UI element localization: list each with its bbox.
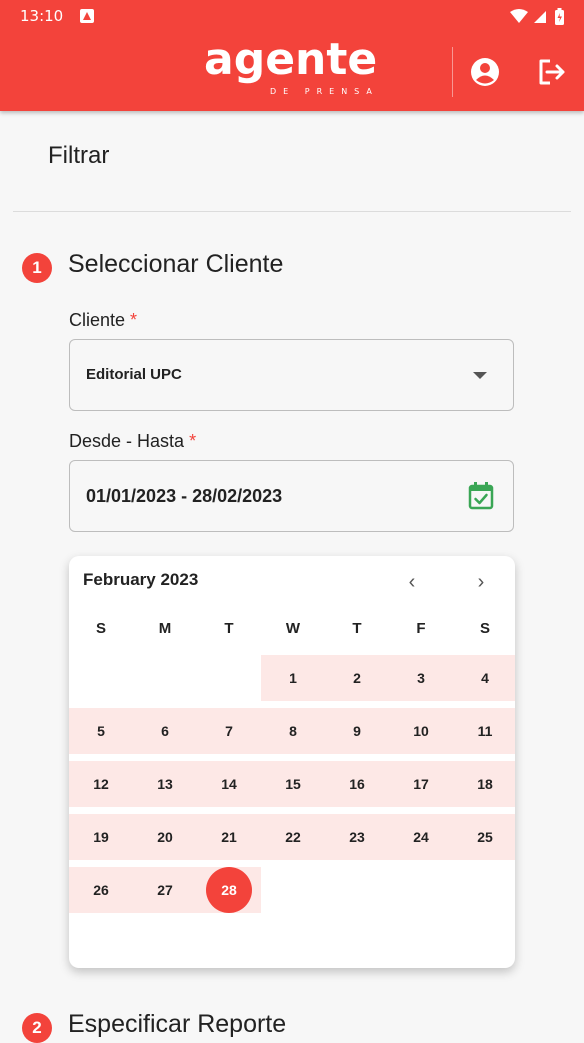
calendar-day[interactable]: 18: [453, 761, 515, 807]
calendar-day[interactable]: 7: [197, 708, 261, 754]
client-label-text: Cliente: [69, 310, 126, 330]
range-label-text: Desde - Hasta: [69, 431, 185, 451]
calendar-day[interactable]: 19: [69, 814, 133, 860]
logout-button[interactable]: [536, 56, 568, 88]
weekday-header: M: [158, 620, 172, 637]
logout-icon: [539, 59, 565, 85]
step-2-title: Especificar Reporte: [68, 1010, 287, 1038]
range-label: Desde - Hasta *: [69, 431, 196, 452]
calendar-day[interactable]: 9: [325, 708, 389, 754]
calendar-day[interactable]: 23: [325, 814, 389, 860]
date-range-field[interactable]: 01/01/2023 - 28/02/2023: [69, 460, 514, 532]
header-divider: [452, 47, 453, 97]
calendar-day[interactable]: 6: [133, 708, 197, 754]
status-bar: 13:10: [0, 0, 584, 34]
next-month-button[interactable]: ›: [467, 568, 495, 596]
calendar-day[interactable]: 16: [325, 761, 389, 807]
weekday-header: S: [95, 620, 106, 637]
status-time: 13:10: [20, 7, 64, 25]
calendar-day[interactable]: 8: [261, 708, 325, 754]
calendar-day[interactable]: 4: [453, 655, 515, 701]
step-2-badge: 2: [22, 1013, 52, 1043]
calendar-day[interactable]: 20: [133, 814, 197, 860]
client-select-value: Editorial UPC: [86, 366, 182, 383]
agente-de-prensa-logo: agente DE PRENSA: [204, 34, 384, 100]
calendar-day[interactable]: 12: [69, 761, 133, 807]
calendar-day[interactable]: 11: [453, 708, 515, 754]
page-title: Filtrar: [48, 142, 110, 169]
calendar-day[interactable]: 28: [197, 867, 261, 913]
required-mark: *: [189, 431, 197, 451]
calendar-day[interactable]: 13: [133, 761, 197, 807]
dropdown-arrow-icon: [473, 372, 487, 379]
calendar-day[interactable]: 26: [69, 867, 133, 913]
calendar-day[interactable]: 2: [325, 655, 389, 701]
calendar-day[interactable]: 15: [261, 761, 325, 807]
title-divider: [13, 211, 571, 212]
weekday-header: S: [479, 620, 490, 637]
client-select[interactable]: Editorial UPC: [69, 339, 514, 411]
weekday-header: T: [224, 620, 234, 637]
client-label: Cliente *: [69, 310, 137, 331]
logo-text: agente: [204, 34, 378, 85]
calendar-check-icon[interactable]: [467, 481, 495, 511]
notification-icon: [80, 9, 94, 23]
profile-button[interactable]: [469, 56, 501, 88]
app-bar: 13:10 agente DE PRENSA: [0, 0, 584, 111]
calendar-day[interactable]: 14: [197, 761, 261, 807]
weekday-header: T: [352, 620, 362, 637]
weekday-header: W: [285, 620, 301, 637]
weekday-header: F: [416, 620, 426, 637]
date-picker-calendar: February 2023 ‹ › SMTWTFS 1 2 3 4 5 6 7 8 9 10 11 1…: [69, 556, 515, 968]
calendar-day[interactable]: 10: [389, 708, 453, 754]
calendar-day[interactable]: 21: [197, 814, 261, 860]
required-mark: *: [130, 310, 138, 330]
calendar-day[interactable]: 24: [389, 814, 453, 860]
calendar-day[interactable]: 17: [389, 761, 453, 807]
previous-month-button[interactable]: ‹: [398, 568, 426, 596]
step-1-title: Seleccionar Cliente: [68, 250, 284, 278]
calendar-day[interactable]: 25: [453, 814, 515, 860]
system-icons: [508, 6, 570, 33]
calendar-day[interactable]: 1: [261, 655, 325, 701]
calendar-day[interactable]: 3: [389, 655, 453, 701]
calendar-day[interactable]: 27: [133, 867, 197, 913]
calendar-month-label: February 2023: [83, 570, 199, 589]
account-circle-icon: [471, 58, 499, 86]
signal-battery-icon: [510, 8, 564, 25]
date-range-value: 01/01/2023 - 28/02/2023: [86, 486, 283, 506]
calendar-day[interactable]: 22: [261, 814, 325, 860]
step-1-badge: 1: [22, 253, 52, 283]
logo-subtitle: DE PRENSA: [270, 87, 379, 96]
calendar-day[interactable]: 5: [69, 708, 133, 754]
